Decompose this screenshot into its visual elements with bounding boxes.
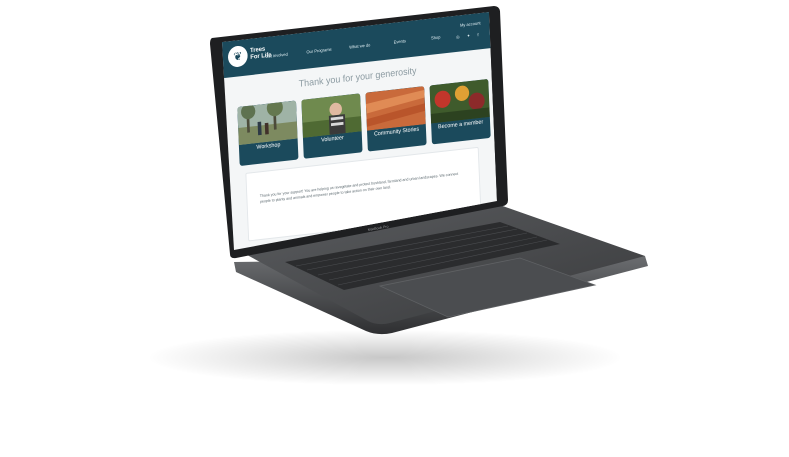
community-stories-image [365, 86, 426, 131]
card-community-stories[interactable]: Community Stories [365, 86, 427, 152]
become-member-image [429, 78, 490, 124]
nav-shop[interactable]: Shop [431, 35, 441, 41]
instagram-icon[interactable]: ◎ [456, 34, 460, 40]
my-account-link[interactable]: My account [460, 21, 481, 28]
card-workshop[interactable]: Workshop [237, 100, 299, 166]
card-become-member[interactable]: Become a member [429, 78, 491, 145]
workshop-image [237, 100, 298, 146]
nav-events[interactable]: Events [394, 39, 406, 45]
leaf-icon: ❦ [227, 44, 249, 68]
volunteer-image [301, 93, 362, 138]
nav-what-we-do[interactable]: What we do [349, 43, 370, 50]
card-volunteer[interactable]: Volunteer [301, 93, 363, 159]
twitter-icon[interactable]: ✦ [467, 33, 471, 39]
thank-you-text: Thank you for your support! You are help… [259, 171, 459, 204]
nav-our-programs[interactable]: Our Programs [306, 47, 331, 55]
facebook-icon[interactable]: f [477, 32, 478, 37]
